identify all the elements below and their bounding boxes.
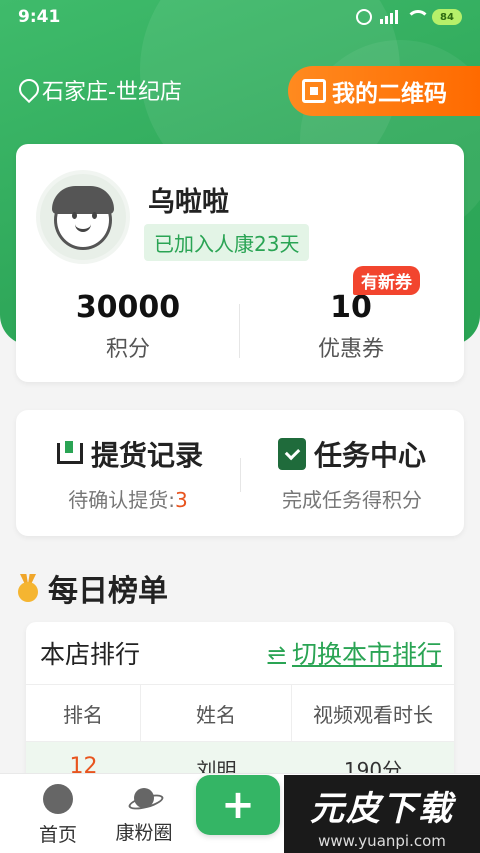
daily-ranking-title: 每日榜单 — [48, 574, 168, 609]
task-center-button[interactable]: 任务中心 完成任务得积分 — [240, 434, 464, 513]
pickup-records-title: 提货记录 — [90, 439, 203, 472]
user-name: 乌啦啦 — [148, 187, 229, 218]
daily-ranking-heading: 每日榜单 — [16, 566, 168, 610]
status-time: 9:41 — [18, 7, 61, 27]
store-location-label: 石家庄-世纪店 — [42, 80, 182, 105]
quick-actions-card: 提货记录 待确认提货:3 任务中心 完成任务得积分 — [16, 410, 464, 536]
add-button[interactable]: + — [196, 775, 280, 835]
ranking-header: 本店排行 ⇌ 切换本市排行 — [26, 622, 454, 684]
switch-arrows-icon: ⇌ — [267, 640, 286, 666]
watermark-url: www.yuanpi.com — [318, 832, 446, 850]
tab-home-label: 首页 — [38, 824, 77, 846]
tab-community-label: 康粉圈 — [115, 822, 173, 844]
pickup-pending-text: 待确认提货:3 — [16, 484, 240, 513]
switch-city-ranking-link[interactable]: ⇌ 切换本市排行 — [268, 635, 442, 671]
my-qr-code-button[interactable]: 我的二维码 — [288, 66, 480, 116]
pickup-records-button[interactable]: 提货记录 待确认提货:3 — [16, 434, 240, 513]
profile-card: 乌啦啦 已加入人康23天 30000 积分 10 优惠券 有新券 — [16, 144, 464, 382]
stat-divider — [239, 304, 240, 358]
avatar-hair — [52, 186, 114, 214]
wifi-icon — [406, 10, 430, 24]
coupons-label: 优惠券 — [317, 337, 384, 362]
points-value: 30000 — [75, 290, 181, 325]
coupons-value: 10 — [330, 290, 372, 325]
ranking-table-header: 排名 姓名 视频观看时长 — [26, 684, 454, 742]
column-header-name: 姓名 — [141, 685, 292, 741]
avatar-eye — [72, 212, 77, 219]
tab-community[interactable]: 康粉圈 — [94, 784, 194, 845]
planet-icon — [128, 788, 160, 812]
membership-duration-badge: 已加入人康23天 — [144, 224, 310, 261]
task-center-title: 任务中心 — [313, 439, 426, 472]
store-ranking-label: 本店排行 — [40, 640, 141, 669]
qr-code-icon — [302, 79, 326, 103]
status-icons: 84 — [356, 9, 462, 25]
avatar[interactable] — [36, 170, 130, 264]
points-label: 积分 — [105, 337, 150, 362]
home-logo-icon — [43, 784, 73, 814]
qr-button-label: 我的二维码 — [332, 81, 447, 107]
column-header-duration: 视频观看时长 — [313, 702, 433, 727]
watermark-title: 元皮下载 — [310, 789, 454, 829]
status-bar: 9:41 84 — [0, 0, 480, 34]
switch-city-ranking-label: 切换本市排行 — [291, 640, 442, 669]
medal-icon — [16, 574, 40, 602]
tab-home[interactable]: 首页 — [8, 784, 108, 847]
task-center-subtitle: 完成任务得积分 — [282, 488, 422, 512]
avatar-eye — [92, 212, 97, 219]
pickup-cart-icon — [53, 439, 83, 469]
pickup-pending-label: 待确认提货: — [68, 488, 175, 512]
alarm-icon — [356, 9, 372, 25]
clipboard-check-icon — [277, 438, 306, 470]
location-pin-icon — [18, 79, 36, 101]
battery-icon: 84 — [432, 9, 462, 25]
column-header-rank: 排名 — [26, 685, 141, 741]
pickup-pending-count: 3 — [175, 488, 188, 512]
new-coupon-badge: 有新券 — [353, 266, 420, 295]
points-stat[interactable]: 30000 积分 — [38, 290, 218, 363]
store-location[interactable]: 石家庄-世纪店 — [18, 74, 182, 106]
coupons-stat[interactable]: 10 优惠券 — [261, 290, 441, 363]
watermark-logo: 元皮下载 www.yuanpi.com — [284, 775, 480, 853]
signal-icon — [380, 10, 398, 24]
